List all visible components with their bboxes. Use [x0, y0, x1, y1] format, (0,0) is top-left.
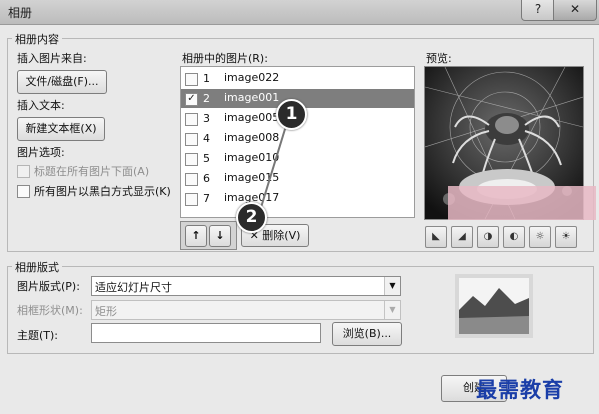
callout-lines	[258, 115, 290, 215]
photo-album-dialog: 相册 ? ✕ 相册内容 插入图片来自: 文件/磁盘(F)... 插入文本: 新建…	[0, 0, 599, 414]
watermark-text: 最需教育	[476, 377, 564, 402]
callout-1: 1	[276, 99, 307, 130]
callout-2: 2	[236, 202, 267, 233]
